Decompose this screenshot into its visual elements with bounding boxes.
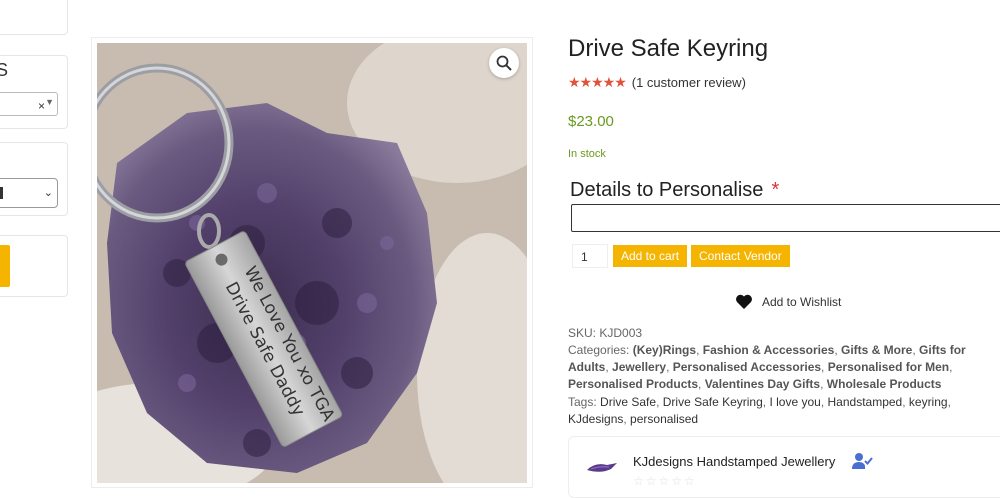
sidebar-widget-button <box>0 235 68 297</box>
personalise-input[interactable] <box>571 204 1000 232</box>
product-image[interactable]: Drive Safe Daddy We Love You xo TGA <box>97 43 527 483</box>
heart-icon <box>736 294 752 309</box>
magnifier-icon <box>496 55 512 71</box>
product-categories: Categories: (Key)Rings, Fashion & Access… <box>568 343 966 391</box>
star-rating-icon: ★★★★★ <box>568 74 627 90</box>
vendor-name[interactable]: KJdesigns Handstamped Jewellery <box>633 454 835 469</box>
category-link[interactable]: Personalised for Men <box>828 360 949 374</box>
tags-label: Tags: <box>568 395 597 409</box>
verified-vendor-icon <box>851 452 873 475</box>
category-link[interactable]: (Key)Rings <box>633 343 696 357</box>
sidebar-select-filter[interactable]: × ▼ <box>0 92 58 116</box>
personalise-label: Details to Personalise * <box>570 179 779 202</box>
product-title: Drive Safe Keyring <box>568 35 769 62</box>
chevron-down-icon: ▼ <box>45 97 54 107</box>
category-link[interactable]: Personalised Products <box>568 377 698 391</box>
keyring-photo: Drive Safe Daddy We Love You xo TGA <box>97 43 527 483</box>
zoom-button[interactable] <box>489 48 519 78</box>
tag-link[interactable]: keyring <box>909 395 948 409</box>
sidebar-button[interactable] <box>0 245 10 287</box>
sidebar-heading: S <box>0 60 9 80</box>
vendor-logo[interactable] <box>585 460 619 481</box>
tag-link[interactable]: Handstamped <box>828 395 903 409</box>
tag-link[interactable]: KJdesigns <box>568 412 623 426</box>
category-link[interactable]: Jewellery <box>612 360 666 374</box>
category-link[interactable]: Wholesale Products <box>827 377 942 391</box>
sidebar-select-sort[interactable]: ⌄ <box>0 178 58 208</box>
tag-link[interactable]: Drive Safe Keyring <box>663 395 763 409</box>
vendor-logo-icon <box>587 463 617 472</box>
contact-vendor-button[interactable]: Contact Vendor <box>691 245 790 267</box>
product-tags: Tags: Drive Safe, Drive Safe Keyring, I … <box>568 395 951 426</box>
category-link[interactable]: Valentines Day Gifts <box>705 377 820 391</box>
wishlist-label: Add to Wishlist <box>762 295 842 309</box>
tag-link[interactable]: I love you <box>769 395 820 409</box>
product-rating: ★★★★★ (1 customer review) <box>568 74 746 91</box>
stock-status: In stock <box>568 148 606 160</box>
review-link[interactable]: (1 customer review) <box>632 75 746 90</box>
sku-value: KJD003 <box>599 326 643 340</box>
product-price: $23.00 <box>568 113 614 130</box>
tag-link[interactable]: Drive Safe <box>600 395 656 409</box>
categories-label: Categories: <box>568 343 630 357</box>
quantity-input[interactable]: 1 <box>572 244 608 268</box>
clear-icon[interactable]: × <box>38 100 45 112</box>
add-to-cart-button[interactable]: Add to cart <box>613 245 688 267</box>
product-sku: SKU: KJD003 <box>568 325 642 342</box>
text-cursor <box>0 187 3 199</box>
product-gallery: Drive Safe Daddy We Love You xo TGA <box>91 37 533 488</box>
chevron-down-icon: ⌄ <box>43 187 53 199</box>
sku-label: SKU: <box>568 326 597 340</box>
tag-link[interactable]: personalised <box>630 412 698 426</box>
personalise-label-text: Details to Personalise <box>570 179 764 201</box>
add-to-wishlist[interactable]: Add to Wishlist <box>735 294 841 310</box>
category-link[interactable]: Gifts & More <box>841 343 912 357</box>
sidebar-widget-top <box>0 0 68 35</box>
category-link[interactable]: Fashion & Accessories <box>703 343 835 357</box>
category-link[interactable]: Personalised Accessories <box>673 360 821 374</box>
required-mark: * <box>771 179 780 201</box>
